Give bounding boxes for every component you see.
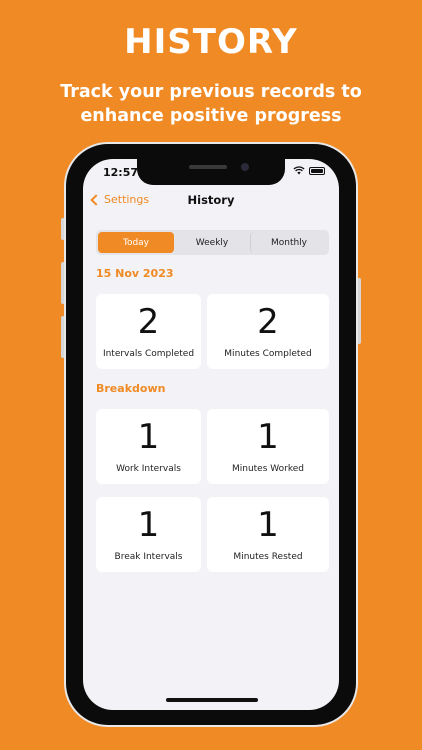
card-value: 1 — [257, 505, 279, 545]
card-work-intervals: 1 Work Intervals — [96, 409, 201, 484]
promo-title: HISTORY — [124, 22, 298, 62]
status-time: 12:57 — [103, 166, 139, 179]
phone-notch — [137, 159, 285, 185]
card-minutes-completed: 2 Minutes Completed — [207, 294, 329, 369]
card-value: 2 — [137, 302, 160, 342]
breakdown-heading: Breakdown — [96, 382, 166, 395]
promo-subtitle: Track your previous records to enhance p… — [60, 82, 362, 126]
tab-today[interactable]: Today — [98, 232, 174, 253]
card-label: Work Intervals — [116, 464, 181, 474]
tab-weekly[interactable]: Weekly — [174, 232, 250, 253]
page-title: History — [187, 193, 235, 207]
card-intervals-completed: 2 Intervals Completed — [96, 294, 201, 369]
battery-icon — [309, 166, 325, 175]
wifi-icon — [293, 166, 305, 175]
phone-frame: 12:57 Settings History Today Weekly Mont… — [64, 142, 358, 727]
card-value: 1 — [137, 417, 160, 457]
period-segmented-control: Today Weekly Monthly — [96, 230, 329, 255]
status-icons — [293, 166, 325, 175]
phone-screen: 12:57 Settings History Today Weekly Mont… — [83, 159, 339, 710]
card-minutes-rested: 1 Minutes Rested — [207, 497, 329, 572]
card-value: 2 — [257, 302, 279, 342]
speaker-grille — [189, 165, 227, 169]
tab-monthly[interactable]: Monthly — [250, 232, 327, 253]
front-camera — [241, 163, 249, 171]
card-value: 1 — [257, 417, 279, 457]
card-value: 1 — [137, 505, 160, 545]
card-label: Minutes Completed — [224, 349, 312, 359]
summary-date: 15 Nov 2023 — [96, 267, 174, 280]
card-minutes-worked: 1 Minutes Worked — [207, 409, 329, 484]
home-indicator[interactable] — [166, 698, 258, 702]
card-label: Minutes Rested — [233, 552, 303, 562]
card-label: Break Intervals — [114, 552, 183, 562]
card-label: Minutes Worked — [231, 464, 304, 474]
card-break-intervals: 1 Break Intervals — [96, 497, 201, 572]
card-label: Intervals Completed — [102, 349, 195, 359]
